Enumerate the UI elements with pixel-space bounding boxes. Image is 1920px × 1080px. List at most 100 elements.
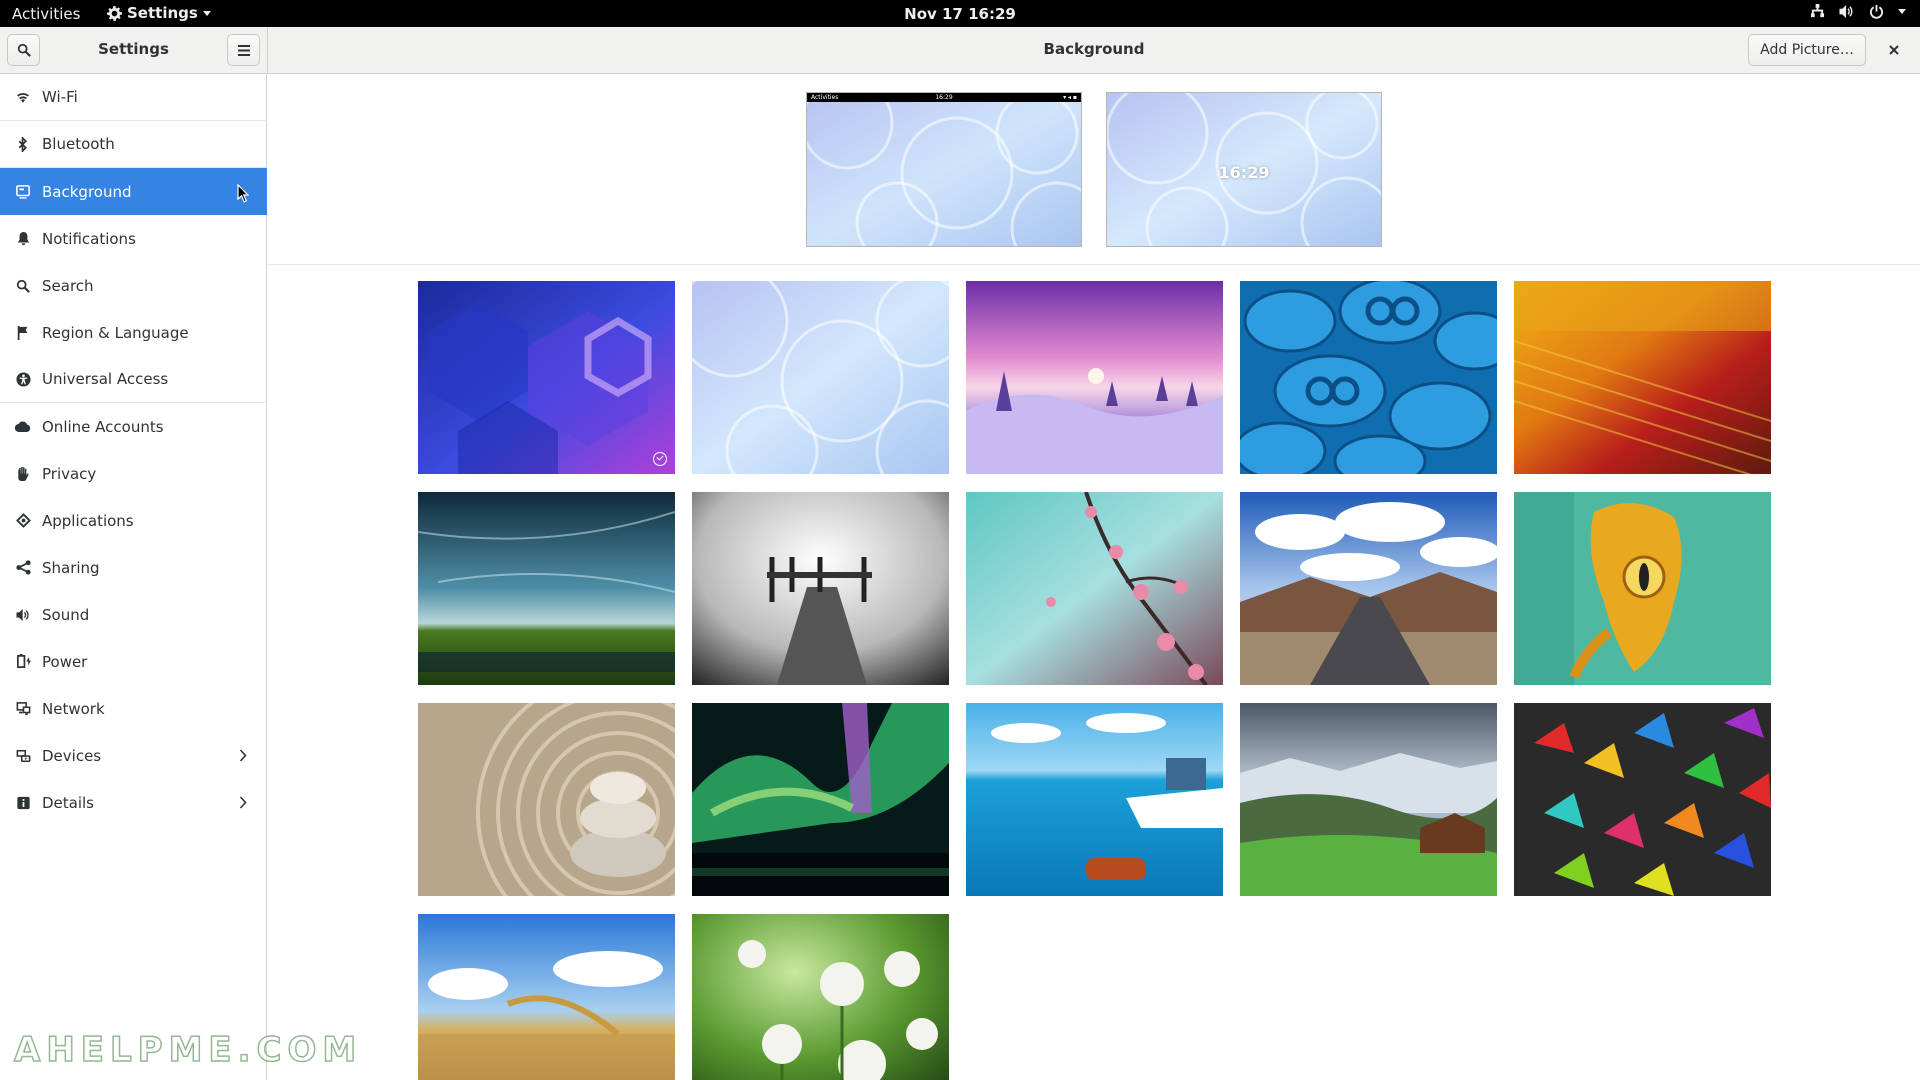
sidebar-item-label: Details <box>42 793 95 812</box>
sidebar-item-online-accounts[interactable]: Online Accounts <box>0 403 267 450</box>
sidebar-item-label: Region & Language <box>42 323 189 342</box>
applications-icon <box>14 512 32 530</box>
sidebar-item-bluetooth[interactable]: Bluetooth <box>0 121 267 168</box>
wallpaper-image <box>1240 703 1497 896</box>
sidebar-item-search[interactable]: Search <box>0 262 267 309</box>
wallpaper-cherry-blossom[interactable] <box>966 492 1223 685</box>
wallpaper-boat-sea[interactable] <box>966 703 1223 896</box>
wallpaper-sky-meadow[interactable] <box>418 492 675 685</box>
sidebar-item-notifications[interactable]: Notifications <box>0 215 267 262</box>
hamburger-menu-icon <box>237 44 250 56</box>
sidebar-item-details[interactable]: Details <box>0 779 267 826</box>
sidebar-item-background[interactable]: Background <box>0 168 267 215</box>
sidebar-item-label: Sound <box>42 605 90 624</box>
watermark-text: AHELPME.COM <box>13 1029 363 1071</box>
sidebar-item-label: Sharing <box>42 558 100 577</box>
chevron-right-icon <box>239 749 247 762</box>
wallpaper-aurora[interactable] <box>692 703 949 896</box>
sidebar-item-wifi[interactable]: Wi-Fi <box>0 74 267 121</box>
search-icon <box>14 277 32 295</box>
app-menu-label: Settings <box>127 4 198 22</box>
close-window-button[interactable] <box>1878 34 1910 66</box>
add-picture-button[interactable]: Add Picture… <box>1748 34 1866 66</box>
gear-icon <box>107 5 122 21</box>
sidebar-item-sound[interactable]: Sound <box>0 591 267 638</box>
wallpaper-image <box>692 914 949 1080</box>
wallpaper-alpine-valley[interactable] <box>1240 703 1497 896</box>
wallpaper-snowy-sunset[interactable] <box>966 281 1223 474</box>
settings-window: Settings Background Add Picture… Wi-Fi B… <box>0 27 1920 1080</box>
sidebar-item-applications[interactable]: Applications <box>0 497 267 544</box>
preview-status-icons: ▾ ◂ ▪ <box>1063 94 1077 101</box>
sidebar-item-label: Network <box>42 699 105 718</box>
sidebar-title: Settings <box>98 40 169 58</box>
bell-icon <box>14 230 32 248</box>
mouse-cursor-icon <box>237 184 249 203</box>
chevron-down-icon <box>1898 9 1906 14</box>
clock[interactable]: Nov 17 16:29 <box>904 5 1016 23</box>
wallpaper-dandelions[interactable] <box>692 914 949 1080</box>
accessibility-icon <box>14 370 32 388</box>
chevron-right-icon <box>239 796 247 809</box>
wallpaper-image <box>692 281 949 474</box>
lock-screen-preview[interactable]: 16:29 <box>1106 92 1382 247</box>
bluetooth-icon <box>14 135 32 153</box>
preview-top-bar: Activities 16:29 ▾ ◂ ▪ <box>807 93 1081 102</box>
app-menu[interactable]: Settings <box>107 4 211 22</box>
wallpaper-frosted-swirl[interactable] <box>692 281 949 474</box>
wallpaper-image <box>966 492 1223 685</box>
wallpaper-image <box>1240 281 1497 474</box>
wifi-icon <box>14 88 32 106</box>
wallpaper-zen-stones[interactable] <box>418 703 675 896</box>
speaker-icon <box>14 606 32 624</box>
wallpaper-blue-bolts[interactable] <box>1240 281 1497 474</box>
close-icon <box>1889 45 1899 55</box>
chevron-down-icon <box>202 10 211 16</box>
sidebar-item-label: Wi-Fi <box>42 88 78 106</box>
sidebar-item-label: Notifications <box>42 229 136 248</box>
wallpaper-image <box>418 703 675 896</box>
selected-checkmark-icon <box>653 452 667 466</box>
wallpaper-image <box>692 703 949 896</box>
wallpaper-image <box>966 281 1223 474</box>
sidebar-item-network[interactable]: Network <box>0 685 267 732</box>
volume-icon <box>1839 4 1853 19</box>
preview-area: Activities 16:29 ▾ ◂ ▪ 16:29 <box>268 74 1920 265</box>
wallpaper-mountain-road[interactable] <box>1240 492 1497 685</box>
system-status-area[interactable] <box>1810 4 1906 19</box>
desktop-background-preview[interactable]: Activities 16:29 ▾ ◂ ▪ <box>806 92 1082 247</box>
wallpaper-image <box>418 914 675 1080</box>
sidebar-item-sharing[interactable]: Sharing <box>0 544 267 591</box>
sidebar-item-label: Devices <box>42 746 102 765</box>
frosted-swirl-preview-image <box>807 93 1081 246</box>
power-icon <box>1869 4 1884 19</box>
sidebar-item-privacy[interactable]: Privacy <box>0 450 267 497</box>
sidebar-item-power[interactable]: Power <box>0 638 267 685</box>
sidebar-item-universal-access[interactable]: Universal Access <box>0 356 267 403</box>
activities-button[interactable]: Activities <box>12 5 80 23</box>
header-bar: Settings Background Add Picture… <box>0 27 1920 74</box>
search-button[interactable] <box>7 34 40 66</box>
sidebar-item-label: Power <box>42 652 88 671</box>
display-icon <box>14 183 32 201</box>
wallpaper-foggy-pier[interactable] <box>692 492 949 685</box>
sidebar-item-label: Search <box>42 276 94 295</box>
primary-menu-button[interactable] <box>227 34 260 66</box>
sidebar-item-devices[interactable]: Devices <box>0 732 267 779</box>
wallpaper-fabric-macro[interactable] <box>1514 281 1771 474</box>
wallpaper-blue-geometric[interactable] <box>418 281 675 474</box>
wallpaper-image <box>1240 492 1497 685</box>
wallpaper-image <box>692 492 949 685</box>
sidebar-item-label: Applications <box>42 511 134 530</box>
sidebar-item-region-language[interactable]: Region & Language <box>0 309 267 356</box>
top-bar: Activities Settings Nov 17 16:29 <box>0 0 1920 27</box>
network-icon <box>14 700 32 718</box>
wallpaper-yellow-frog[interactable] <box>1514 492 1771 685</box>
wallpaper-image <box>1514 703 1771 896</box>
sidebar-item-label: Bluetooth <box>42 135 115 153</box>
sidebar: Wi-Fi Bluetooth Background Notifications… <box>0 74 267 1080</box>
devices-icon <box>14 747 32 765</box>
wallpaper-colored-pencils[interactable] <box>1514 703 1771 896</box>
wallpaper-wheat-sky[interactable] <box>418 914 675 1080</box>
share-icon <box>14 559 32 577</box>
